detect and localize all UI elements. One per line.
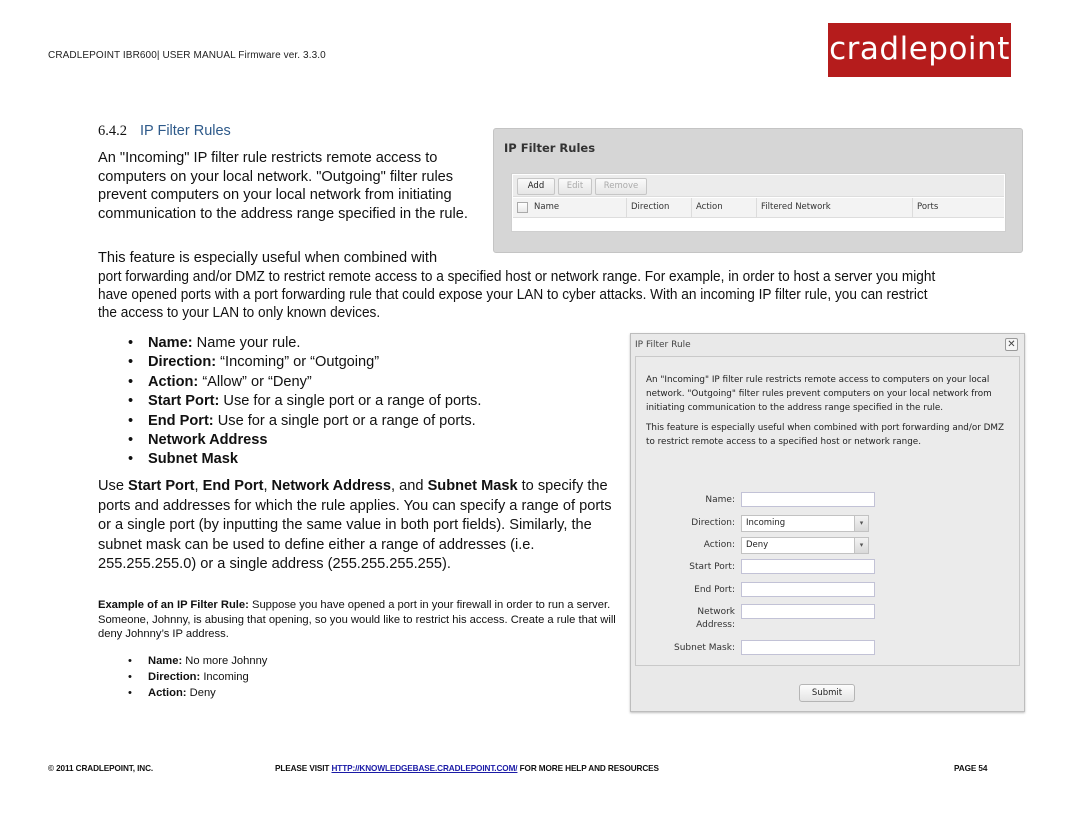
list-item: End Port: Use for a single port or a ran… [128,412,481,432]
start-port-label: Start Port: [689,562,735,572]
term: End Port [202,478,264,494]
section-number: 6.4.2 [98,123,127,139]
end-port-label: End Port: [694,585,735,595]
text: Use [98,478,129,494]
intro-paragraph-2-line-1: This feature is especially useful when c… [98,250,438,266]
desc: No more Johnny [182,655,268,667]
desc: Use for a single port or a range of port… [213,412,476,429]
section-heading: 6.4.2 IP Filter Rules [98,123,231,140]
desc: “Allow” or “Deny” [198,373,312,390]
intro-paragraph: An "Incoming" IP filter rule restricts r… [98,150,468,222]
list-item: Action: “Allow” or “Deny” [128,373,481,393]
desc: Incoming [200,671,249,684]
dialog-description: An "Incoming" IP filter rule restricts r… [646,374,1014,450]
dialog-title: IP Filter Rule [635,340,691,350]
start-port-input[interactable] [741,559,875,574]
term: Start Port [128,478,195,494]
term: Action: [148,687,187,700]
network-address-input[interactable] [741,604,875,619]
text: , [263,478,272,494]
rules-table: Add Edit Remove Name Direction Action Fi… [511,173,1006,232]
column-header-ports[interactable]: Ports [913,198,1006,218]
dialog-desc-2: This feature is especially useful when c… [646,423,1005,448]
direction-value: Incoming [746,518,786,528]
intro-paragraph-2-rest: port forwarding and/or DMZ to restrict r… [98,269,936,321]
desc: “Incoming” or “Outgoing” [216,354,380,371]
text: , and [391,478,428,494]
example-paragraph: Example of an IP Filter Rule: Suppose yo… [98,598,618,642]
list-item: Direction: “Incoming” or “Outgoing” [128,353,481,373]
list-item: Network Address [128,431,481,451]
rules-panel-title: IP Filter Rules [504,141,596,155]
network-address-label: Network Address: [696,606,735,632]
label-line: Network [697,607,735,617]
dialog-body: An "Incoming" IP filter rule restricts r… [635,356,1020,666]
submit-button[interactable]: Submit [799,684,855,702]
rules-toolbar: Add Edit Remove [513,175,1004,197]
column-header-name[interactable]: Name [530,198,627,218]
term: Direction: [148,671,201,684]
footer-copyright: © 2011 CRADLEPOINT, INC. [48,764,154,773]
footer-help: PLEASE VISIT HTTP://KNOWLEDGEBASE.CRADLE… [275,764,659,773]
close-icon[interactable]: ✕ [1005,338,1018,351]
desc: Name your rule. [192,335,301,351]
field-description-list: Name: Name your rule. Direction: “Incomi… [128,334,481,470]
list-item: Subnet Mask [128,450,481,470]
column-header-direction[interactable]: Direction [627,198,692,218]
dialog-desc-1: An "Incoming" IP filter rule restricts r… [646,375,992,413]
chevron-down-icon[interactable]: ▾ [854,516,868,531]
subnet-mask-label: Subnet Mask: [674,643,735,653]
page-number: PAGE 54 [954,764,988,773]
rules-table-header: Name Direction Action Filtered Network P… [513,198,1004,218]
add-rule-button[interactable]: Add [517,178,555,195]
name-label: Name: [705,495,735,505]
chevron-down-icon[interactable]: ▾ [854,538,868,553]
desc: Use for a single port or a range of port… [219,393,482,410]
list-item: Action: Deny [128,685,267,701]
term: Network Address [271,478,392,494]
term: Name: [148,655,183,667]
list-item: Name: Name your rule. [128,334,481,354]
edit-rule-button[interactable]: Edit [558,178,592,195]
desc: Deny [186,687,216,700]
list-item: Start Port: Use for a single port or a r… [128,392,482,412]
term: Network Address [148,432,268,449]
term: Subnet Mask [148,451,239,468]
action-select[interactable]: Deny ▾ [741,537,869,554]
term: Start Port: [148,393,220,410]
list-item: Name: No more Johnny [128,653,267,669]
text: PLEASE VISIT [275,764,332,773]
term: Action: [148,373,199,390]
knowledgebase-link[interactable]: HTTP://KNOWLEDGEBASE.CRADLEPOINT.COM/ [331,764,517,773]
text: FOR MORE HELP AND RESOURCES [517,764,659,773]
term: Name: [148,335,193,351]
term: Subnet Mask [427,478,518,494]
text: , [194,478,203,494]
action-value: Deny [746,540,769,550]
cradlepoint-logo: cradlepoint [828,23,1011,77]
select-all-checkbox[interactable] [517,202,528,213]
column-header-filtered-network[interactable]: Filtered Network [757,198,913,218]
ip-filter-rules-panel: IP Filter Rules Add Edit Remove Name Dir… [493,128,1023,253]
manual-header-title: CRADLEPOINT IBR600| USER MANUAL Firmware… [48,50,326,61]
direction-label: Direction: [691,518,735,528]
list-item: Direction: Incoming [128,669,267,685]
name-input[interactable] [741,492,875,507]
label-line: Address: [696,620,735,630]
column-header-action[interactable]: Action [692,198,757,218]
ip-filter-rule-dialog: IP Filter Rule ✕ An "Incoming" IP filter… [630,333,1025,712]
term: End Port: [148,412,214,429]
usage-paragraph: Use Start Port, End Port, Network Addres… [98,477,618,575]
subnet-mask-input[interactable] [741,640,875,655]
term: Direction: [148,354,217,371]
end-port-input[interactable] [741,582,875,597]
example-label: Example of an IP Filter Rule: [98,599,249,611]
action-label: Action: [703,540,735,550]
section-title: IP Filter Rules [140,123,231,139]
direction-select[interactable]: Incoming ▾ [741,515,869,532]
example-list: Name: No more Johnny Direction: Incoming… [128,653,267,702]
remove-rule-button[interactable]: Remove [595,178,647,195]
